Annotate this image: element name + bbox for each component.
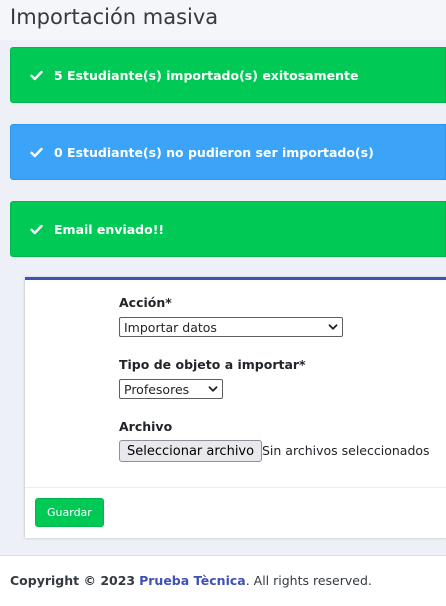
- tipo-objeto-label: Tipo de objeto a importar*: [119, 357, 306, 372]
- alert-email-sent: Email enviado!!: [10, 201, 446, 257]
- select-file-button[interactable]: Seleccionar archivo: [119, 440, 263, 462]
- alert-import-failed: 0 Estudiante(s) no pudieron ser importad…: [10, 124, 446, 180]
- check-icon: [28, 67, 44, 83]
- import-form-card: Acción* Importar datos Tipo de objeto a …: [25, 277, 446, 538]
- check-icon: [28, 221, 44, 237]
- page-title: Importación masiva: [10, 5, 219, 29]
- file-status-text: Sin archivos seleccionados: [262, 443, 430, 458]
- tipo-objeto-select[interactable]: Profesores: [119, 379, 223, 399]
- accion-select[interactable]: Importar datos: [119, 317, 343, 337]
- check-icon: [28, 144, 44, 160]
- chevron-down-icon: [328, 324, 338, 330]
- alert-import-success: 5 Estudiante(s) importado(s) exitosament…: [10, 47, 446, 103]
- alert-text: 0 Estudiante(s) no pudieron ser importad…: [54, 144, 374, 160]
- alert-text: 5 Estudiante(s) importado(s) exitosament…: [54, 67, 359, 83]
- save-button[interactable]: Guardar: [35, 498, 104, 527]
- accion-label: Acción*: [119, 295, 172, 310]
- company-link[interactable]: Prueba Tècnica: [139, 573, 246, 588]
- accion-selected-value: Importar datos: [124, 319, 217, 335]
- footer-copyright: Copyright © 2023 Prueba Tècnica. All rig…: [10, 573, 372, 588]
- archivo-label: Archivo: [119, 419, 173, 434]
- page-footer: Copyright © 2023 Prueba Tècnica. All rig…: [0, 555, 446, 606]
- card-footer: Guardar: [25, 487, 446, 538]
- chevron-down-icon: [208, 386, 218, 392]
- copyright-prefix: Copyright © 2023: [10, 573, 136, 588]
- rights-text: . All rights reserved.: [245, 573, 372, 588]
- alert-text: Email enviado!!: [54, 221, 165, 237]
- tipo-objeto-selected-value: Profesores: [124, 381, 190, 397]
